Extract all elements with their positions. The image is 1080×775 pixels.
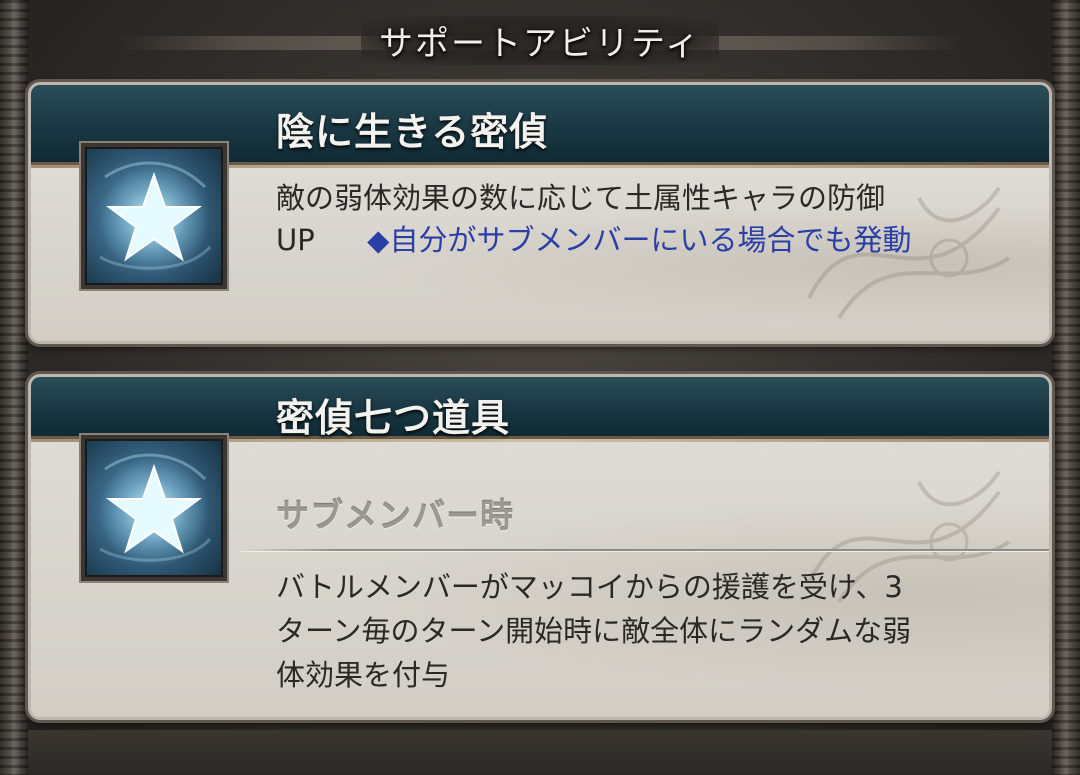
frame-right-border: [1052, 0, 1080, 775]
description-line: 体効果を付与: [276, 658, 451, 692]
ability-icon-frame: [81, 143, 227, 289]
star-icon: [99, 453, 212, 566]
description-line: バトルメンバーがマッコイからの援護を受け、3: [276, 570, 903, 604]
ability-description: バトルメンバーがマッコイからの援護を受け、3 ターン毎のターン開始時に敵全体にラ…: [276, 565, 1009, 697]
ability-card-1: 陰に生きる密偵 敵の弱体効果の数に応じて土属性キャラの防御 UP ◆自分がサブメ…: [28, 82, 1052, 344]
ability-name: 密偵七つ道具: [276, 396, 511, 440]
section-title-bar: サポートアビリティ: [28, 0, 1052, 80]
bottom-panel-edge: [28, 730, 1052, 775]
divider: [241, 549, 1049, 552]
sub-member-note: ◆自分がサブメンバーにいる場合でも発動: [367, 223, 912, 257]
star-icon: [99, 161, 212, 274]
condition-heading: サブメンバー時: [276, 496, 514, 535]
frame-left-border: [0, 0, 28, 775]
ability-name: 陰に生きる密偵: [276, 110, 549, 154]
ability-description: 敵の弱体効果の数に応じて土属性キャラの防御 UP ◆自分がサブメンバーにいる場合…: [276, 177, 1009, 261]
description-line: UP ◆自分がサブメンバーにいる場合でも発動: [276, 219, 1009, 261]
ability-icon-frame: [81, 435, 227, 581]
ability-card-2: 密偵七つ道具 サブメンバー時 バトルメンバーがマッコイからの援護を受け、3 ター…: [28, 374, 1052, 720]
section-title: サポートアビリティ: [361, 15, 719, 65]
description-text: UP: [276, 223, 315, 257]
description-line: ターン毎のターン開始時に敵全体にランダムな弱: [276, 614, 912, 648]
description-line: 敵の弱体効果の数に応じて土属性キャラの防御: [276, 181, 886, 215]
ability-card-header: 密偵七つ道具: [31, 377, 1049, 442]
